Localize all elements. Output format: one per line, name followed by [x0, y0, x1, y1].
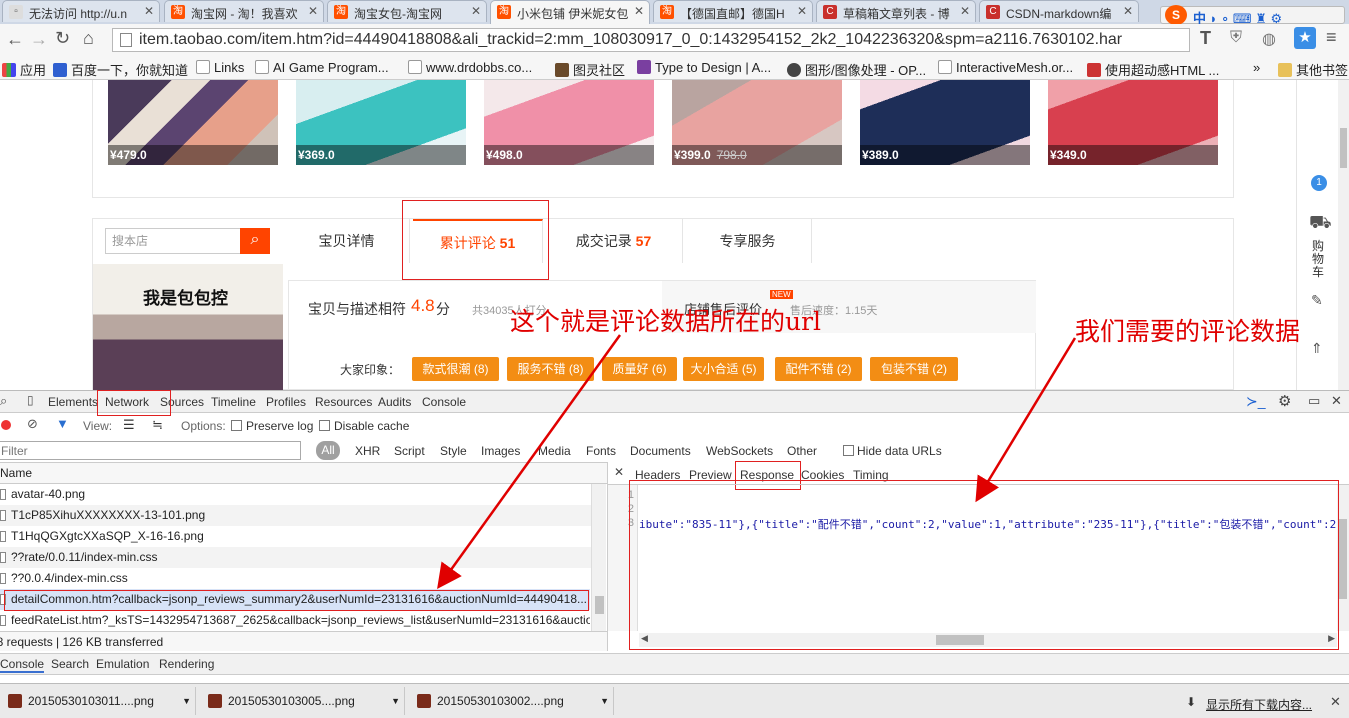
annotation-arrows [437, 334, 1077, 590]
arrow-to-request [437, 334, 622, 590]
arrow-to-response [975, 337, 1077, 503]
